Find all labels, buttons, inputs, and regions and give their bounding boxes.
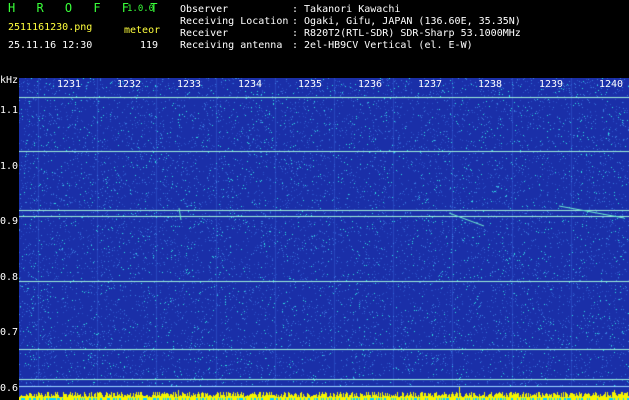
y-axis-unit-label: kHz: [0, 75, 19, 86]
x-tick-label: 1233: [177, 79, 202, 90]
x-tick-label: 1239: [539, 79, 564, 90]
y-tick-label: 0.8: [0, 272, 19, 283]
meteor-count: 119: [140, 40, 159, 51]
info-label-receiver: Receiver: [180, 28, 229, 39]
x-tick-label: 1238: [478, 79, 503, 90]
header-panel: H R O F F T 1.0.0 2511161230.png meteor …: [0, 0, 629, 78]
meteor-label: meteor: [124, 25, 161, 36]
info-label-observer: Observer: [180, 4, 229, 15]
x-tick-label: 1240: [599, 79, 624, 90]
x-tick-label: 1231: [57, 79, 82, 90]
x-tick-label: 1237: [418, 79, 443, 90]
info-value-receiver: : R820T2(RTL-SDR) SDR-Sharp 53.1000MHz: [292, 28, 521, 39]
datetime-label: 25.11.16 12:30: [8, 40, 93, 51]
y-tick-label: 0.7: [0, 327, 19, 338]
x-tick-label: 1234: [238, 79, 263, 90]
info-label-location: Receiving Location: [180, 16, 289, 27]
app-version: 1.0.0: [127, 4, 155, 14]
waterfall-spectrogram: [19, 78, 629, 400]
x-tick-label: 1235: [298, 79, 323, 90]
info-label-antenna: Receiving antenna: [180, 40, 283, 51]
info-value-observer: : Takanori Kawachi: [292, 4, 401, 15]
y-tick-label: 0.9: [0, 216, 19, 227]
info-value-antenna: : 2el-HB9CV Vertical (el. E-W): [292, 40, 473, 51]
x-tick-label: 1236: [358, 79, 383, 90]
y-tick-label: 1.0: [0, 161, 19, 172]
info-value-location: : Ogaki, Gifu, JAPAN (136.60E, 35.35N): [292, 16, 521, 27]
y-tick-label: 0.6: [0, 383, 19, 394]
filename-label: 2511161230.png: [8, 22, 93, 33]
x-tick-label: 1232: [117, 79, 142, 90]
y-tick-label: 1.1: [0, 105, 19, 116]
